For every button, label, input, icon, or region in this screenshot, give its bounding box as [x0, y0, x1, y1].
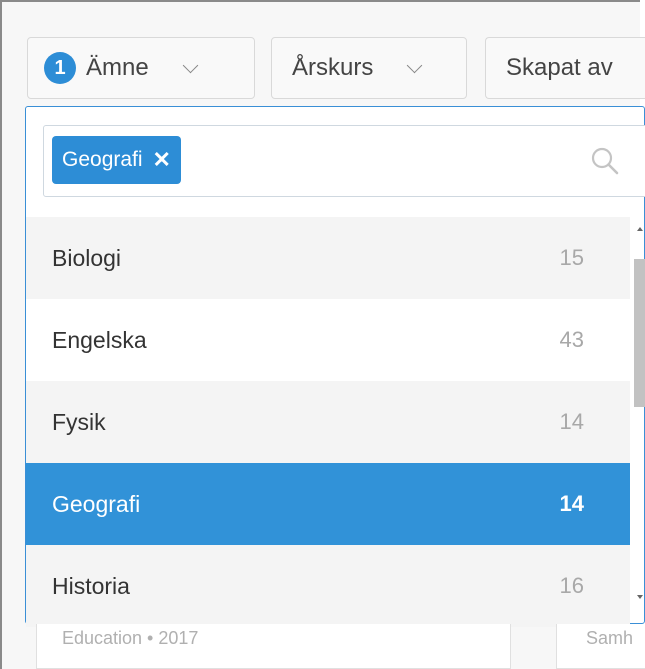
- list-item[interactable]: Fysik 14: [26, 381, 630, 463]
- list-item-count: 14: [559, 491, 584, 516]
- subject-list: Biologi 15 Engelska 43 Fysik 14 Geografi…: [26, 217, 630, 627]
- scroll-up-arrow-icon[interactable]: [637, 227, 643, 231]
- filter-amne-button[interactable]: 1 Ämne: [27, 37, 255, 99]
- list-item-label: Biologi: [52, 244, 122, 271]
- filter-arskurs-button[interactable]: Årskurs: [271, 37, 467, 99]
- list-item-label: Engelska: [52, 326, 147, 353]
- list-item-label: Historia: [52, 572, 130, 599]
- filter-skapat-av-button[interactable]: Skapat av: [485, 37, 645, 99]
- card-meta-text: Samh: [586, 628, 634, 648]
- search-icon[interactable]: [590, 146, 620, 176]
- subject-dropdown-panel: Geografi ✕ Biologi 15 Engelska 43 Fysik …: [25, 106, 645, 627]
- list-item[interactable]: Biologi 15: [26, 217, 630, 299]
- filter-arskurs-label: Årskurs: [292, 54, 374, 81]
- list-scrollbar[interactable]: [634, 217, 645, 602]
- chip-label: Geografi: [62, 148, 143, 171]
- chevron-down-icon: [407, 57, 423, 73]
- list-item-selected[interactable]: Geografi 14: [26, 463, 630, 545]
- filter-amne-label: Ämne: [86, 54, 149, 81]
- list-item-count: 43: [559, 327, 584, 352]
- list-item-label: Geografi: [52, 490, 141, 517]
- list-item-count: 14: [559, 409, 584, 434]
- chevron-down-icon: [182, 57, 198, 73]
- subject-search-input[interactable]: Geografi ✕: [43, 125, 645, 197]
- list-item[interactable]: Historia 16: [26, 545, 630, 627]
- scroll-thumb[interactable]: [634, 259, 645, 407]
- list-item-count: 16: [559, 573, 584, 598]
- list-item-label: Fysik: [52, 408, 106, 435]
- filter-count-badge: 1: [44, 52, 76, 84]
- scroll-down-arrow-icon[interactable]: [637, 595, 643, 599]
- list-item[interactable]: Engelska 43: [26, 299, 630, 381]
- selected-subject-chip[interactable]: Geografi ✕: [52, 136, 181, 184]
- list-item-count: 15: [559, 245, 584, 270]
- filter-skapat-av-label: Skapat av: [506, 54, 613, 81]
- close-icon[interactable]: ✕: [153, 147, 171, 173]
- card-meta-text: Education • 2017: [62, 628, 199, 648]
